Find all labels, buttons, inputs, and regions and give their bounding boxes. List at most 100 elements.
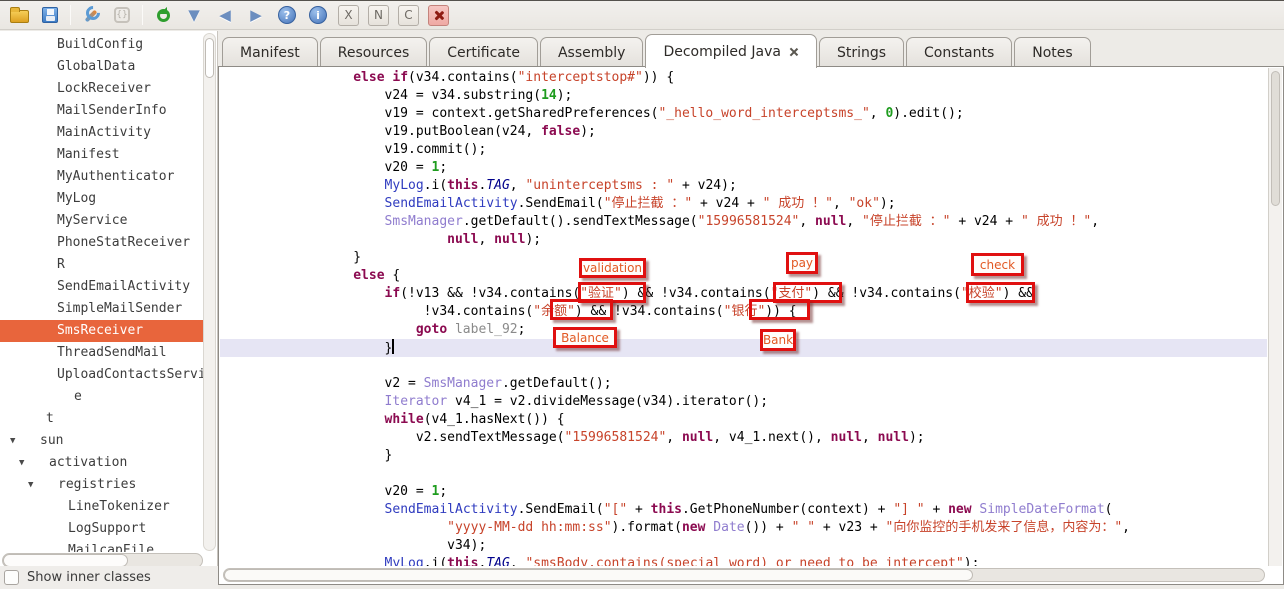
tab-manifest[interactable]: Manifest xyxy=(222,37,318,67)
code-line: MyLog.i(this.TAG, "smsBody.contains(spec… xyxy=(220,555,1267,566)
code-token: v2 = xyxy=(228,376,424,391)
show-inner-classes-checkbox[interactable] xyxy=(4,570,19,585)
tab-strings[interactable]: Strings xyxy=(819,37,904,67)
code-token: SendEmailActivity xyxy=(385,502,518,517)
sidebar-item-phonestatreceiver[interactable]: PhoneStatReceiver xyxy=(0,232,203,254)
refresh-button[interactable] xyxy=(152,4,174,26)
code-horizontal-scrollbar[interactable] xyxy=(223,568,1265,582)
code-token xyxy=(228,268,353,283)
sidebar-item-sun[interactable]: ▼sun xyxy=(0,430,203,452)
sidebar-item-e[interactable]: e xyxy=(0,386,203,408)
save-button[interactable] xyxy=(39,4,61,26)
sidebar-item-label: t xyxy=(0,408,54,430)
tab-constants[interactable]: Constants xyxy=(906,37,1012,67)
code-token: ).edit(); xyxy=(893,106,963,121)
sidebar-item-activation[interactable]: ▼activation xyxy=(0,452,203,474)
code-token: ); xyxy=(964,556,980,566)
scrollbar-thumb[interactable] xyxy=(205,38,214,78)
tab-assembly[interactable]: Assembly xyxy=(540,37,643,67)
code-token: null xyxy=(682,430,713,445)
code-token: , v4_1.next(), xyxy=(713,430,830,445)
code-token: "smsBody.contains(special word) or need … xyxy=(525,556,963,566)
code-vertical-scrollbar[interactable] xyxy=(1268,68,1282,566)
sidebar-item-label: UploadContactsService xyxy=(0,364,203,386)
code-line: v2.sendTextMessage("15996581524", null, … xyxy=(220,429,1267,447)
code-line: SendEmailActivity.SendEmail("停止拦截 ：" + v… xyxy=(220,195,1267,213)
sidebar-item-globaldata[interactable]: GlobalData xyxy=(0,56,203,78)
sidebar-item-myservice[interactable]: MyService xyxy=(0,210,203,232)
code-token: " " xyxy=(792,520,815,535)
sidebar-item-mailcapfile[interactable]: MailcapFile xyxy=(0,540,203,552)
code-token: ); xyxy=(580,124,596,139)
open-file-button[interactable] xyxy=(8,4,30,26)
code-token: , xyxy=(478,232,494,247)
code-line: if(!v13 && !v34.contains("验证") && !v34.c… xyxy=(220,285,1267,303)
braces-button[interactable]: {} xyxy=(111,4,133,26)
code-token: ); xyxy=(525,232,541,247)
sidebar-item-label: PhoneStatReceiver xyxy=(0,232,190,254)
sidebar-item-uploadcontactsservice[interactable]: UploadContactsService xyxy=(0,364,203,386)
sidebar-item-simplemailsender[interactable]: SimpleMailSender xyxy=(0,298,203,320)
code-token: .getDefault().sendTextMessage( xyxy=(463,214,698,229)
tab-notes[interactable]: Notes xyxy=(1014,37,1090,67)
sidebar-item-t[interactable]: t xyxy=(0,408,203,430)
sidebar-item-registries[interactable]: ▼registries xyxy=(0,474,203,496)
code-token: null xyxy=(815,214,846,229)
tab-certificate[interactable]: Certificate xyxy=(429,37,538,67)
sidebar-item-mylog[interactable]: MyLog xyxy=(0,188,203,210)
code-token: SendEmailActivity xyxy=(385,196,518,211)
sidebar-item-myauthenticator[interactable]: MyAuthenticator xyxy=(0,166,203,188)
code-token: { xyxy=(385,268,401,283)
help-button[interactable]: ? xyxy=(276,4,298,26)
expand-arrow-icon[interactable]: ▼ xyxy=(10,430,15,452)
code-token: , xyxy=(846,214,862,229)
sidebar-item-linetokenizer[interactable]: LineTokenizer xyxy=(0,496,203,518)
forward-button[interactable]: ▶ xyxy=(245,4,267,26)
sidebar-item-threadsendmail[interactable]: ThreadSendMail xyxy=(0,342,203,364)
tab-resources[interactable]: Resources xyxy=(320,37,428,67)
expand-arrow-icon[interactable]: ▼ xyxy=(28,474,33,496)
back-button[interactable]: ◀ xyxy=(214,4,236,26)
sidebar-item-mailsenderinfo[interactable]: MailSenderInfo xyxy=(0,100,203,122)
code-line: v19.putBoolean(v24, false); xyxy=(220,123,1267,141)
sidebar-item-r[interactable]: R xyxy=(0,254,203,276)
code-token: SmsManager xyxy=(424,376,502,391)
code-line xyxy=(220,465,1267,483)
code-line: v19.commit(); xyxy=(220,141,1267,159)
sidebar-item-smsreceiver[interactable]: SmsReceiver xyxy=(0,320,203,342)
sidebar-item-label: LogSupport xyxy=(0,518,146,540)
sidebar-item-label: ThreadSendMail xyxy=(0,342,167,364)
sidebar-item-logsupport[interactable]: LogSupport xyxy=(0,518,203,540)
tab-decompiled-java[interactable]: Decompiled Java xyxy=(645,34,816,68)
code-token: else xyxy=(353,268,384,283)
sidebar-item-buildconfig[interactable]: BuildConfig xyxy=(0,34,203,56)
sidebar-item-mainactivity[interactable]: MainActivity xyxy=(0,122,203,144)
code-token xyxy=(228,322,416,337)
expand-arrow-icon[interactable]: ▼ xyxy=(19,452,24,474)
code-token: goto xyxy=(416,322,447,337)
c-tool-button[interactable]: C xyxy=(398,5,419,26)
close-button[interactable] xyxy=(428,5,449,26)
code-token: "uninterceptsms : " xyxy=(525,178,674,193)
sidebar-vertical-scrollbar[interactable] xyxy=(203,33,216,551)
sidebar-item-lockreceiver[interactable]: LockReceiver xyxy=(0,78,203,100)
tab-close-icon[interactable] xyxy=(789,47,799,57)
x-tool-button[interactable]: X xyxy=(338,5,359,26)
sidebar-item-label: LockReceiver xyxy=(0,78,151,100)
code-token: } xyxy=(228,448,392,463)
sidebar-item-sendemailactivity[interactable]: SendEmailActivity xyxy=(0,276,203,298)
sidebar-item-manifest[interactable]: Manifest xyxy=(0,144,203,166)
code-editor[interactable]: else if(v34.contains("interceptstop#")) … xyxy=(220,67,1267,566)
code-token: "yyyy-MM-dd hh:mm:ss" xyxy=(447,520,611,535)
settings-button[interactable] xyxy=(80,4,102,26)
sidebar-item-label: MailcapFile xyxy=(0,540,154,552)
code-token: , xyxy=(833,196,849,211)
scrollbar-thumb[interactable] xyxy=(224,569,973,581)
sidebar-item-label: GlobalData xyxy=(0,56,135,78)
code-token: this xyxy=(651,502,682,517)
download-button[interactable]: ▼ xyxy=(183,4,205,26)
class-tree-sidebar: BuildConfigGlobalDataLockReceiverMailSen… xyxy=(0,31,218,589)
n-tool-button[interactable]: N xyxy=(368,5,389,26)
info-button[interactable]: i xyxy=(307,4,329,26)
scrollbar-thumb[interactable] xyxy=(1271,71,1280,206)
